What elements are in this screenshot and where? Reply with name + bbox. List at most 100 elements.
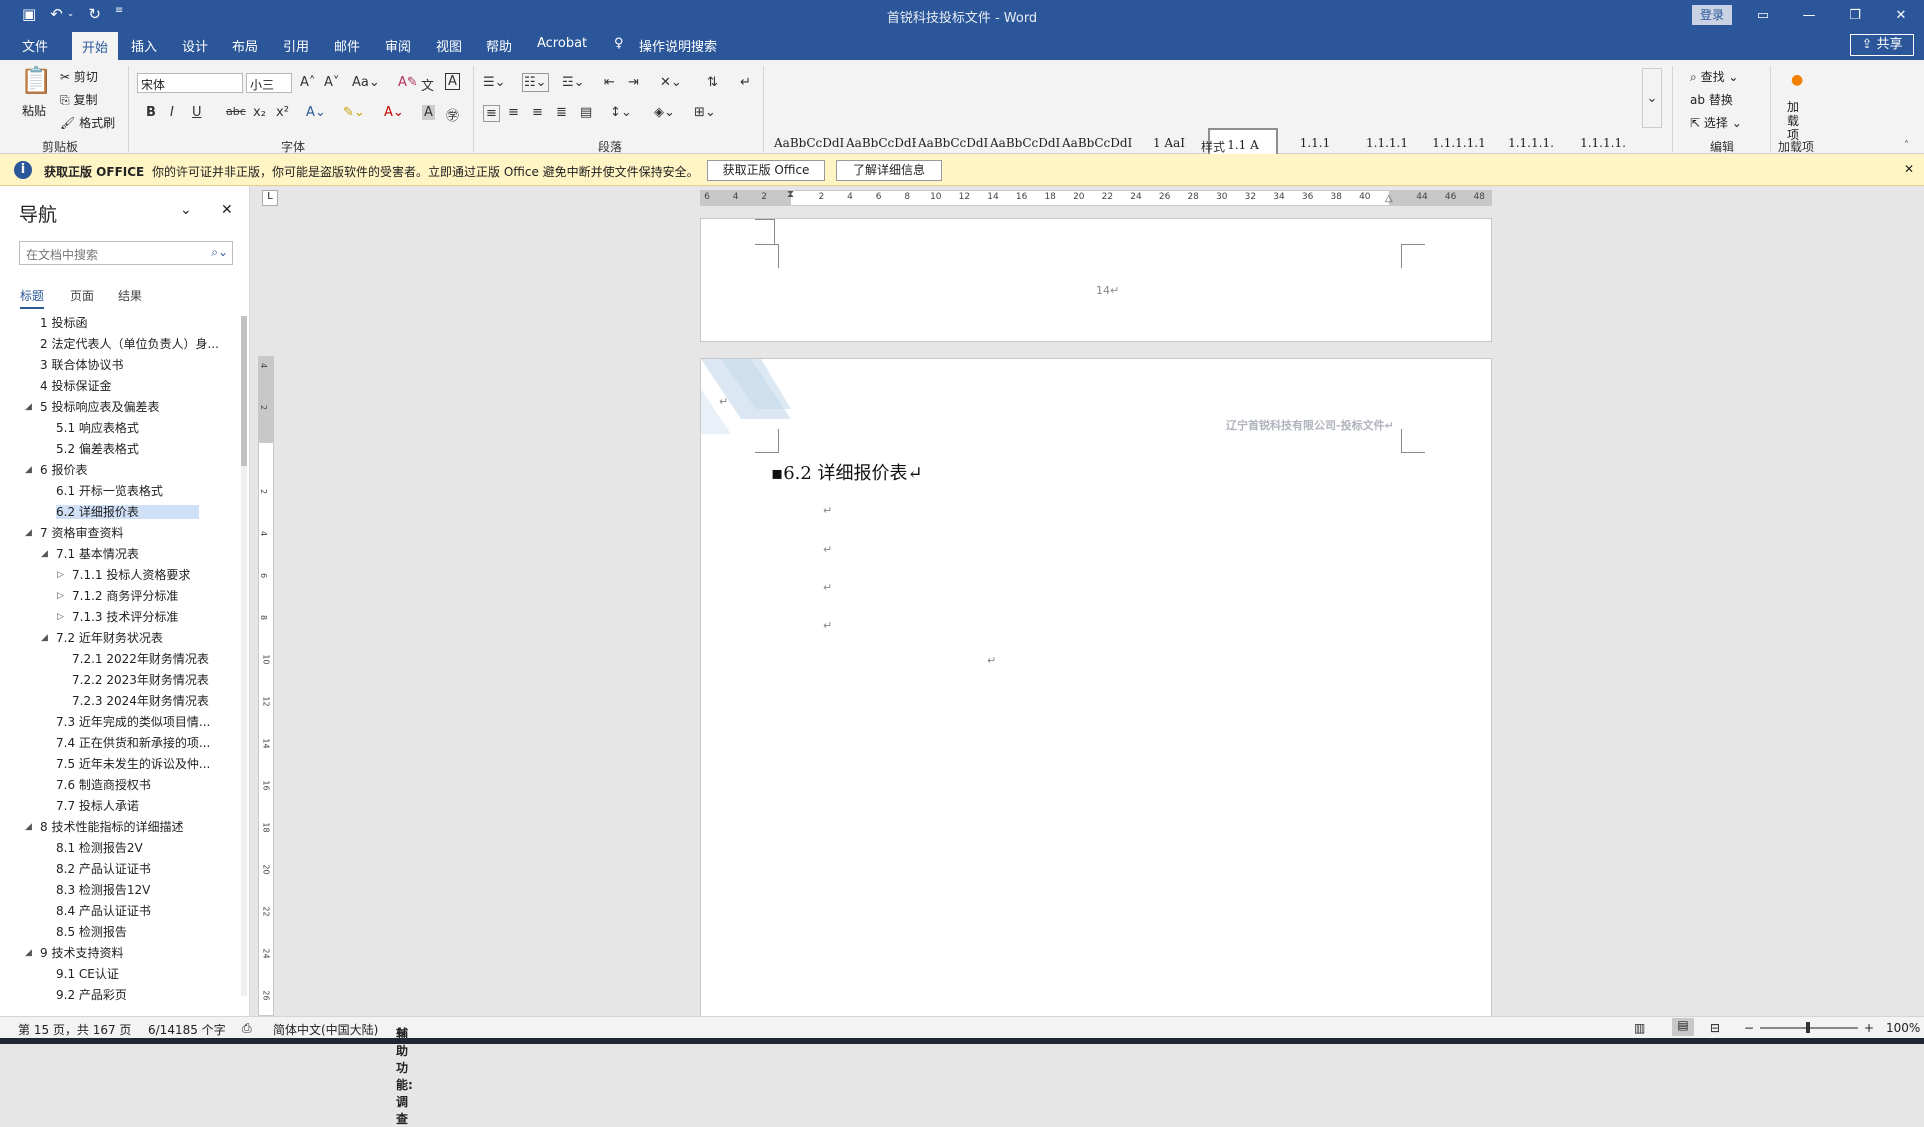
tab-review[interactable]: 审阅 [385,36,411,55]
nav-heading-item[interactable]: 7.6 制造商授权书 [0,775,222,796]
heading-6-2[interactable]: ▪6.2 详细报价表↵ [771,459,923,485]
shading-icon[interactable]: ◈⌄ [654,105,675,120]
bullets-icon[interactable]: ☰⌄ [483,75,506,90]
nav-heading-item[interactable]: 7.2.1 2022年财务情况表 [0,649,222,670]
learn-more-button[interactable]: 了解详细信息 [836,160,942,181]
collapse-arrow-icon[interactable]: ◢ [25,397,32,418]
addin-icon[interactable]: ● [1791,72,1803,88]
web-layout-icon[interactable]: ⊟ [1710,1021,1720,1035]
indent-marker-icon[interactable]: ⧗ [787,189,794,200]
nav-heading-item[interactable]: 8.3 检测报告12V [0,880,222,901]
language-status[interactable]: 简体中文(中国大陆) [273,1021,378,1038]
expand-arrow-icon[interactable]: ▷ [57,607,64,628]
tab-help[interactable]: 帮助 [486,36,512,55]
zoom-level[interactable]: 100% [1886,1021,1920,1035]
ribbon-display-icon[interactable]: ▭ [1740,0,1786,30]
tell-me-search[interactable]: 操作说明搜索 [639,36,717,55]
right-indent-marker-icon[interactable]: △ [1385,193,1393,204]
grow-font-icon[interactable]: A˄ [300,75,315,90]
nav-tab-results[interactable]: 结果 [118,287,142,304]
paste-button[interactable]: 粘贴 [22,102,46,119]
nav-heading-item[interactable]: 7.7 投标人承诺 [0,796,222,817]
nav-search-input[interactable]: 在文档中搜索 ⌕⌄ [19,241,233,265]
nav-heading-item[interactable]: ◢ 8 技术性能指标的详细描述 [0,817,222,838]
get-genuine-button[interactable]: 获取正版 Office [707,160,825,181]
nav-heading-item[interactable]: 9.1 CE认证 [0,964,222,985]
nav-heading-item[interactable]: 8.2 产品认证证书 [0,859,222,880]
nav-heading-item[interactable]: 2 法定代表人（单位负责人）身... [0,334,222,355]
nav-heading-item[interactable]: ◢ 7 资格审查资料 [0,523,222,544]
enclose-char-icon[interactable]: ㊫ [446,105,459,124]
nav-heading-item[interactable]: 7.5 近年未发生的诉讼及仲... [0,754,222,775]
print-layout-icon[interactable]: ▤ [1672,1018,1694,1036]
line-spacing-icon[interactable]: ↕⌄ [610,105,632,120]
tab-insert[interactable]: 插入 [131,36,157,55]
chinese-layout-icon[interactable]: ✕⌄ [660,75,682,90]
collapse-arrow-icon[interactable]: ◢ [25,817,32,838]
nav-heading-item[interactable]: 6.2 详细报价表 [0,502,222,523]
replace-button[interactable]: ab 替换 [1690,91,1733,108]
minimize-icon[interactable]: — [1786,0,1832,30]
nav-heading-item[interactable]: 8.5 检测报告 [0,922,222,943]
justify-icon[interactable]: ≣ [556,105,567,120]
nav-heading-item[interactable]: 9.2 产品彩页 [0,985,222,1006]
nav-heading-item[interactable]: ◢ 9 技术支持资料 [0,943,222,964]
share-button[interactable]: ⇪ 共享 [1850,34,1914,56]
pinyin-icon[interactable]: 文 [421,75,434,94]
copy-button[interactable]: ⎘ 复制 [60,91,97,108]
italic-icon[interactable]: I [170,105,174,120]
nav-heading-item[interactable]: ◢ 6 报价表 [0,460,222,481]
change-case-icon[interactable]: Aa⌄ [352,75,380,90]
collapse-arrow-icon[interactable]: ◢ [25,523,32,544]
nav-heading-item[interactable]: ▷ 7.1.1 投标人资格要求 [0,565,222,586]
nav-scroll-thumb[interactable] [241,316,247,466]
tab-references[interactable]: 引用 [283,36,309,55]
align-left-icon[interactable]: ≡ [483,105,500,122]
page-count[interactable]: 第 15 页，共 167 页 [18,1021,131,1038]
nav-tab-pages[interactable]: 页面 [70,287,94,304]
nav-heading-item[interactable]: ◢ 7.2 近年财务状况表 [0,628,222,649]
tab-mailings[interactable]: 邮件 [334,36,360,55]
word-count[interactable]: 6/14185 个字 [148,1021,226,1038]
expand-arrow-icon[interactable]: ▷ [57,565,64,586]
zoom-out-icon[interactable]: − [1744,1021,1754,1035]
collapse-arrow-icon[interactable]: ◢ [25,943,32,964]
superscript-icon[interactable]: x² [276,105,289,120]
tab-selector-icon[interactable]: L [262,190,278,206]
expand-arrow-icon[interactable]: ▷ [57,586,64,607]
search-icon[interactable]: ⌕⌄ [211,245,228,260]
format-painter-button[interactable]: 🖌 格式刷 [60,114,115,131]
bold-icon[interactable]: B [146,105,156,120]
proofing-icon[interactable]: ⎙ [242,1021,252,1036]
font-size-combo[interactable]: 小三 [246,73,292,93]
tab-file[interactable]: 文件 [22,36,48,55]
collapse-arrow-icon[interactable]: ◢ [25,460,32,481]
nav-heading-item[interactable]: 7.2.3 2024年财务情况表 [0,691,222,712]
multilevel-list-icon[interactable]: ☲⌄ [562,75,585,90]
nav-heading-item[interactable]: ▷ 7.1.3 技术评分标准 [0,607,222,628]
increase-indent-icon[interactable]: ⇥ [628,75,639,90]
text-effects-icon[interactable]: A⌄ [306,105,326,120]
nav-heading-item[interactable]: 5.1 响应表格式 [0,418,222,439]
find-button[interactable]: ⌕ 查找 ⌄ [1690,68,1738,85]
nav-heading-item[interactable]: 3 联合体协议书 [0,355,222,376]
nav-heading-item[interactable]: 4 投标保证金 [0,376,222,397]
collapse-arrow-icon[interactable]: ◢ [41,544,48,565]
read-mode-icon[interactable]: ▥ [1634,1021,1645,1035]
nav-heading-item[interactable]: 7.2.2 2023年财务情况表 [0,670,222,691]
nav-scrollbar[interactable] [241,316,247,996]
nav-options-icon[interactable]: ⌄ [180,202,192,218]
collapse-ribbon-icon[interactable]: ˄ [1904,140,1909,151]
login-button[interactable]: 登录 [1692,5,1732,25]
nav-heading-item[interactable]: 7.3 近年完成的类似项目情... [0,712,222,733]
char-shading-icon[interactable]: A [422,105,435,120]
borders-icon[interactable]: ⊞⌄ [694,105,716,120]
styles-more-icon[interactable]: ⌄ [1642,68,1662,128]
close-icon[interactable]: ✕ [1878,0,1924,30]
highlight-icon[interactable]: ✎⌄ [343,105,365,120]
nav-heading-item[interactable]: ◢ 7.1 基本情况表 [0,544,222,565]
addins-button[interactable]: 加载项 [1787,100,1809,142]
restore-icon[interactable]: ❐ [1832,0,1878,30]
nav-heading-item[interactable]: 6.1 开标一览表格式 [0,481,222,502]
tab-acrobat[interactable]: Acrobat [537,36,587,51]
